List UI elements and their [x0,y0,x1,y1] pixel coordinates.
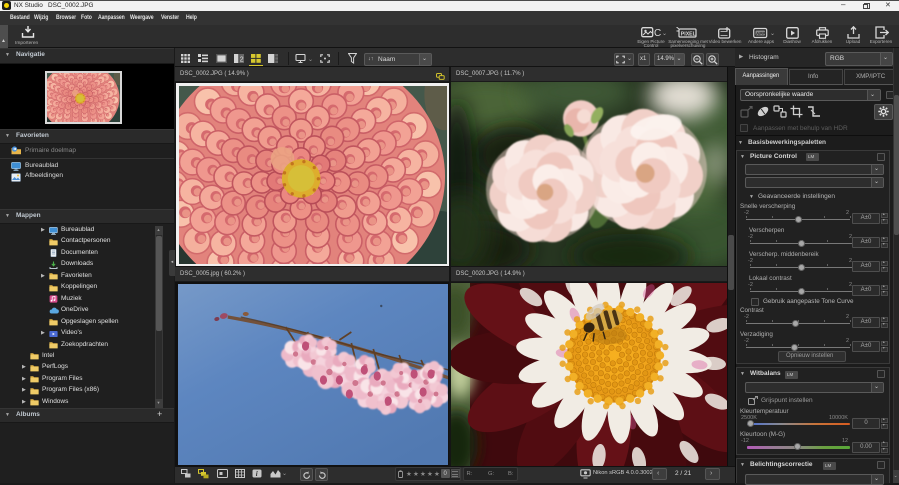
svg-text:C: C [654,28,661,38]
svg-text:2: 2 [240,56,244,63]
svg-text:APP: APP [756,31,765,36]
svg-text:i: i [256,470,258,478]
svg-text:PIXEL: PIXEL [681,32,697,38]
